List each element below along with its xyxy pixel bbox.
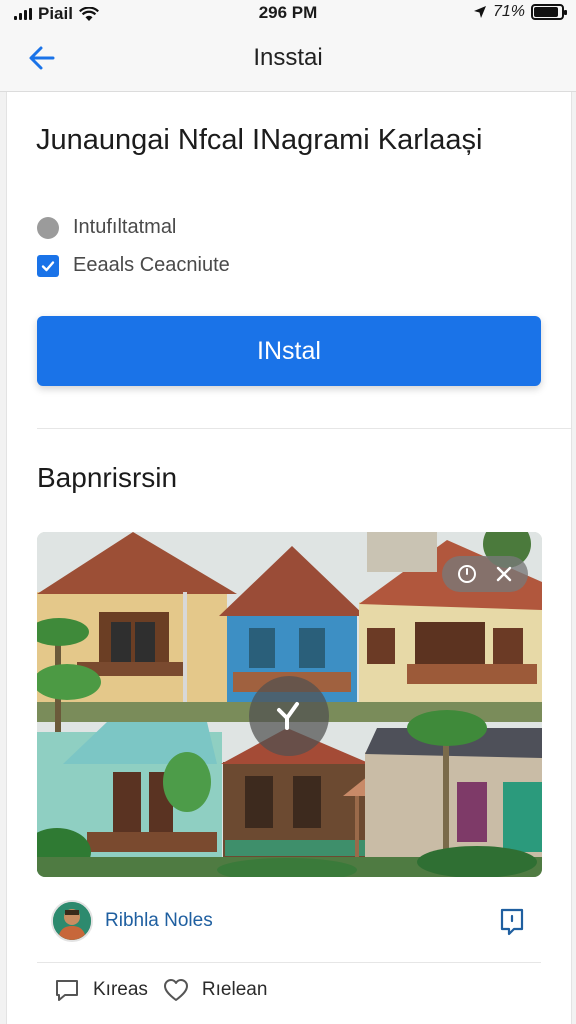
likes-label: Rıelean: [201, 979, 268, 1000]
divider: [37, 962, 541, 963]
comments-label: Kıreas: [93, 979, 148, 1000]
checkbox-checked[interactable]: [37, 254, 59, 277]
comment-icon: [56, 980, 78, 1001]
option-radio-row[interactable]: Intufıltatmal: [37, 216, 176, 239]
info-button[interactable]: [453, 560, 481, 588]
photo-controls: [442, 556, 528, 592]
bookmark-icon[interactable]: [497, 906, 527, 936]
page-title: Insstai: [253, 44, 323, 71]
loading-icon: [277, 702, 299, 730]
battery-fill: [534, 7, 559, 17]
person-avatar-icon: [53, 902, 91, 940]
author-name-link[interactable]: Ribhla Noles: [105, 910, 213, 932]
close-icon: [496, 566, 511, 582]
status-right: 71%: [473, 3, 567, 21]
check-icon: [41, 260, 55, 271]
avatar[interactable]: [51, 900, 93, 942]
status-bar: Piail 296 PM 71%: [0, 0, 576, 26]
actions-row: Kıreas Rıelean: [53, 976, 269, 1004]
battery-icon: [531, 4, 567, 20]
houses-photo[interactable]: [37, 532, 542, 877]
location-icon: [473, 6, 486, 18]
battery-percent: 71%: [492, 3, 525, 20]
option-label: Eeaals Ceacniute: [73, 254, 230, 276]
radio-button[interactable]: [37, 216, 59, 239]
close-button[interactable]: [490, 560, 518, 588]
timer-icon: [457, 565, 476, 583]
content-card: Junaungai Nfcal INagrami Karlaași Intufı…: [6, 92, 572, 1024]
heart-icon: [163, 979, 188, 1001]
option-checkbox-row[interactable]: Eeaals Ceacniute: [37, 254, 230, 277]
like-button[interactable]: Rıelean: [162, 976, 268, 1004]
navigation-bar: Insstai: [0, 26, 576, 92]
install-button[interactable]: INstal: [37, 316, 541, 386]
section-title: Bapnrisrsin: [37, 462, 178, 493]
comments-button[interactable]: Kıreas: [53, 976, 148, 1004]
option-label: Intufıltatmal: [73, 216, 177, 238]
divider: [37, 428, 571, 429]
author-row: Ribhla Noles: [51, 898, 527, 944]
play-button[interactable]: [249, 676, 329, 756]
card-title: Junaungai Nfcal INagrami Karlaași: [36, 124, 483, 156]
